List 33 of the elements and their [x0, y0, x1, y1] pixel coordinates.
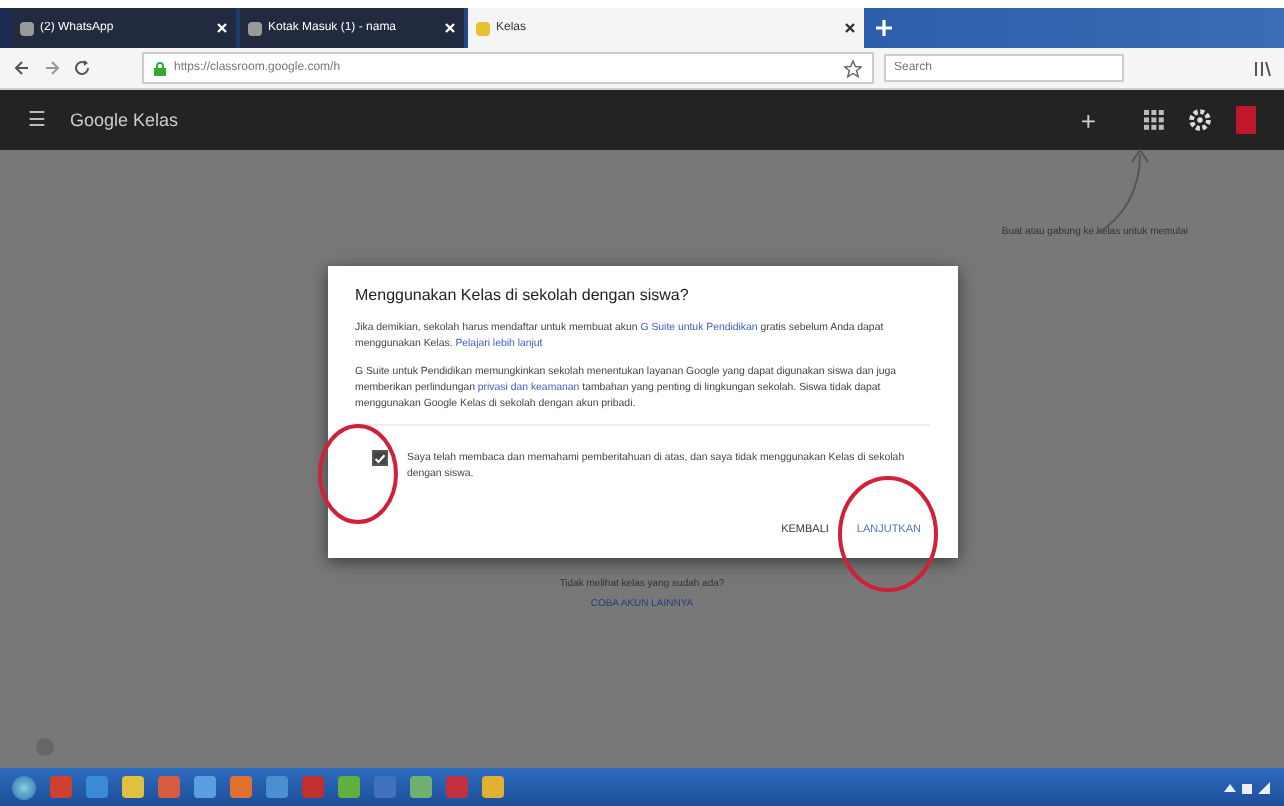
annotation-circle — [836, 474, 940, 594]
taskbar-app-icon[interactable] — [122, 776, 144, 798]
lock-icon — [154, 61, 166, 75]
star-icon[interactable] — [844, 59, 862, 77]
dialog-title: Menggunakan Kelas di sekolah dengan siswa? — [355, 286, 691, 304]
favicon-icon — [248, 21, 262, 35]
taskbar-app-icon[interactable] — [446, 776, 468, 798]
tray-icon[interactable] — [1224, 779, 1272, 795]
checkbox[interactable] — [371, 450, 387, 466]
taskbar-app-icon[interactable] — [302, 776, 324, 798]
forward-icon[interactable] — [42, 58, 62, 78]
apps-grid-icon[interactable] — [1144, 110, 1164, 130]
favicon-icon — [20, 21, 34, 35]
annotation-circle — [316, 422, 400, 526]
start-button[interactable] — [12, 775, 36, 799]
taskbar-app-icon[interactable] — [158, 776, 180, 798]
taskbar-app-icon[interactable] — [230, 776, 252, 798]
library-icon[interactable] — [1254, 59, 1272, 77]
favicon-icon — [476, 21, 490, 35]
taskbar-app-icon[interactable] — [410, 776, 432, 798]
app-title: Google Kelas — [70, 110, 179, 130]
close-icon[interactable] — [844, 22, 856, 34]
menu-icon[interactable]: ☰ — [28, 108, 46, 132]
back-icon[interactable] — [12, 58, 32, 78]
add-button[interactable]: + — [1080, 105, 1096, 135]
taskbar-app-icon[interactable] — [194, 776, 216, 798]
taskbar-app-icon[interactable] — [266, 776, 288, 798]
taskbar-app-icon[interactable] — [482, 776, 504, 798]
taskbar-app-icon[interactable] — [50, 776, 72, 798]
settings-icon[interactable] — [1188, 108, 1212, 132]
taskbar-app-icon[interactable] — [338, 776, 360, 798]
reload-icon[interactable] — [72, 58, 92, 78]
taskbar-app-icon[interactable] — [86, 776, 108, 798]
